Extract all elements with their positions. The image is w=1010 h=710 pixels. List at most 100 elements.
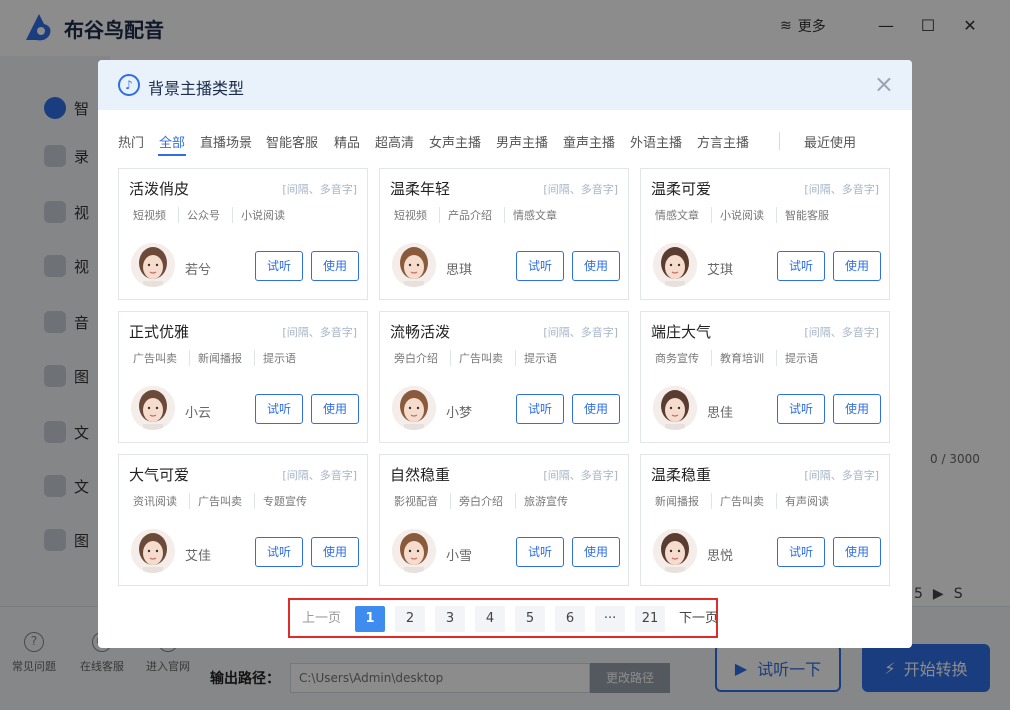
tab-dialect[interactable]: 方言主播 (697, 132, 749, 151)
use-button[interactable]: 使用 (311, 251, 359, 281)
page-button-21[interactable]: 21 (635, 606, 666, 632)
page-button-2[interactable]: 2 (395, 606, 426, 632)
listen-button[interactable]: 试听 (255, 394, 303, 424)
tab-hot[interactable]: 热门 (118, 132, 144, 151)
voice-style-name: 流畅活泼 (390, 323, 451, 341)
anchor-avatar (653, 243, 697, 287)
listen-button[interactable]: 试听 (255, 537, 303, 567)
anchor-avatar (131, 529, 175, 573)
anchor-avatar (653, 386, 697, 430)
anchor-name: 艾琪 (707, 263, 734, 278)
page-ellipsis[interactable]: ··· (595, 606, 626, 632)
feature-hint: [间隔、多音字] (282, 326, 357, 339)
feature-hint: [间隔、多音字] (804, 326, 879, 339)
feature-hint: [间隔、多音字] (282, 469, 357, 482)
voice-card[interactable]: 温柔可爱 [间隔、多音字] 情感文章 小说阅读 智能客服 艾琪 试听 使用 (640, 168, 890, 300)
close-icon[interactable]: × (874, 70, 894, 98)
voice-card[interactable]: 自然稳重 [间隔、多音字] 影视配音 旁白介绍 旅游宣传小雪 试听 使用 (379, 454, 629, 586)
use-button[interactable]: 使用 (572, 251, 620, 281)
card-tags: 广告叫卖 新闻播报 提示语 (129, 350, 300, 366)
feature-hint: [间隔、多音字] (804, 469, 879, 482)
page-button-5[interactable]: 5 (515, 606, 546, 632)
voice-style-name: 正式优雅 (129, 323, 190, 341)
card-tag: 广告叫卖 (189, 493, 246, 509)
card-tags: 新闻播报 广告叫卖 有声阅读 (651, 493, 833, 509)
anchor-name: 艾佳 (185, 549, 212, 564)
voice-card[interactable]: 正式优雅 [间隔、多音字] 广告叫卖 新闻播报 提示语 小云 试听 使用 (118, 311, 368, 443)
tab-child[interactable]: 童声主播 (563, 132, 615, 151)
card-tags: 影视配音 旁白介绍 旅游宣传 (390, 493, 572, 509)
card-tag: 新闻播报 (189, 350, 246, 366)
listen-button[interactable]: 试听 (516, 251, 564, 281)
anchor-name: 思悦 (707, 549, 734, 564)
music-note-icon: ♪ (118, 74, 140, 96)
tab-female[interactable]: 女声主播 (429, 132, 481, 151)
listen-button[interactable]: 试听 (777, 537, 825, 567)
card-tag: 提示语 (776, 350, 822, 366)
card-tag: 广告叫卖 (711, 493, 768, 509)
tab-all[interactable]: 全部 (159, 132, 185, 151)
card-tag: 广告叫卖 (450, 350, 507, 366)
anchor-type-dialog: ♪ 背景主播类型 × 热门 全部 直播场景 智能客服 精品 超高清 女声主播 男… (98, 60, 912, 648)
card-tag: 短视频 (394, 209, 427, 222)
card-tags: 短视频 公众号 小说阅读 (129, 207, 289, 223)
voice-card[interactable]: 大气可爱 [间隔、多音字] 资讯阅读 广告叫卖 专题宣传 艾佳 试听 使用 (118, 454, 368, 586)
voice-card[interactable]: 温柔年轻 [间隔、多音字] 短视频 产品介绍 情感文章 思琪 试听 使用 (379, 168, 629, 300)
tab-foreign[interactable]: 外语主播 (630, 132, 682, 151)
page-button-6[interactable]: 6 (555, 606, 586, 632)
use-button[interactable]: 使用 (833, 394, 881, 424)
voice-style-name: 温柔可爱 (651, 180, 712, 198)
voice-style-name: 温柔年轻 (390, 180, 451, 198)
category-tabs: 热门 全部 直播场景 智能客服 精品 超高清 女声主播 男声主播 童声主播 外语… (118, 130, 898, 160)
card-tags: 商务宣传 教育培训 提示语 (651, 350, 822, 366)
use-button[interactable]: 使用 (833, 251, 881, 281)
card-tag: 影视配音 (394, 495, 438, 508)
use-button[interactable]: 使用 (572, 537, 620, 567)
listen-button[interactable]: 试听 (777, 394, 825, 424)
use-button[interactable]: 使用 (311, 537, 359, 567)
tab-smart-service[interactable]: 智能客服 (266, 132, 318, 151)
card-tag: 智能客服 (776, 207, 833, 223)
card-tag: 专题宣传 (254, 493, 311, 509)
voice-card[interactable]: 温柔稳重 [间隔、多音字] 新闻播报 广告叫卖 有声阅读思悦 试听 使用 (640, 454, 890, 586)
page-button-4[interactable]: 4 (475, 606, 506, 632)
listen-button[interactable]: 试听 (516, 537, 564, 567)
dialog-title: 背景主播类型 (148, 79, 245, 98)
listen-button[interactable]: 试听 (255, 251, 303, 281)
feature-hint: [间隔、多音字] (543, 183, 618, 196)
card-tag: 公众号 (178, 207, 224, 223)
use-button[interactable]: 使用 (833, 537, 881, 567)
card-tag: 旁白介绍 (450, 493, 507, 509)
tab-premium[interactable]: 精品 (334, 132, 360, 151)
card-tag: 情感文章 (504, 207, 561, 223)
tab-male[interactable]: 男声主播 (496, 132, 548, 151)
card-tag: 产品介绍 (439, 207, 496, 223)
listen-button[interactable]: 试听 (777, 251, 825, 281)
listen-button[interactable]: 试听 (516, 394, 564, 424)
prev-page-button[interactable]: 上一页 (298, 606, 345, 632)
tab-recent[interactable]: 最近使用 (804, 132, 856, 151)
tab-ultra-hd[interactable]: 超高清 (375, 132, 414, 151)
voice-style-name: 温柔稳重 (651, 466, 712, 484)
voice-card[interactable]: 流畅活泼 [间隔、多音字] 旁白介绍 广告叫卖 提示语 小梦 试听 使用 (379, 311, 629, 443)
next-page-button[interactable]: 下一页 (675, 606, 722, 632)
voice-card[interactable]: 端庄大气 [间隔、多音字] 商务宣传 教育培训 提示语 思佳 试听 使用 (640, 311, 890, 443)
voice-card[interactable]: 活泼俏皮 [间隔、多音字] 短视频 公众号 小说阅读 若兮 试听 使用 (118, 168, 368, 300)
card-tag: 教育培训 (711, 350, 768, 366)
use-button[interactable]: 使用 (311, 394, 359, 424)
anchor-avatar (392, 529, 436, 573)
feature-hint: [间隔、多音字] (543, 469, 618, 482)
anchor-name: 小梦 (446, 406, 473, 421)
anchor-name: 思佳 (707, 406, 734, 421)
anchor-avatar (392, 243, 436, 287)
tab-live[interactable]: 直播场景 (200, 132, 252, 151)
page-button-3[interactable]: 3 (435, 606, 466, 632)
page-button-1[interactable]: 1 (355, 606, 386, 632)
dialog-header: ♪ 背景主播类型 × (98, 60, 912, 110)
anchor-avatar (131, 243, 175, 287)
voice-style-name: 自然稳重 (390, 466, 451, 484)
anchor-name: 小雪 (446, 549, 473, 564)
voice-style-name: 大气可爱 (129, 466, 190, 484)
use-button[interactable]: 使用 (572, 394, 620, 424)
card-tag: 提示语 (515, 350, 561, 366)
